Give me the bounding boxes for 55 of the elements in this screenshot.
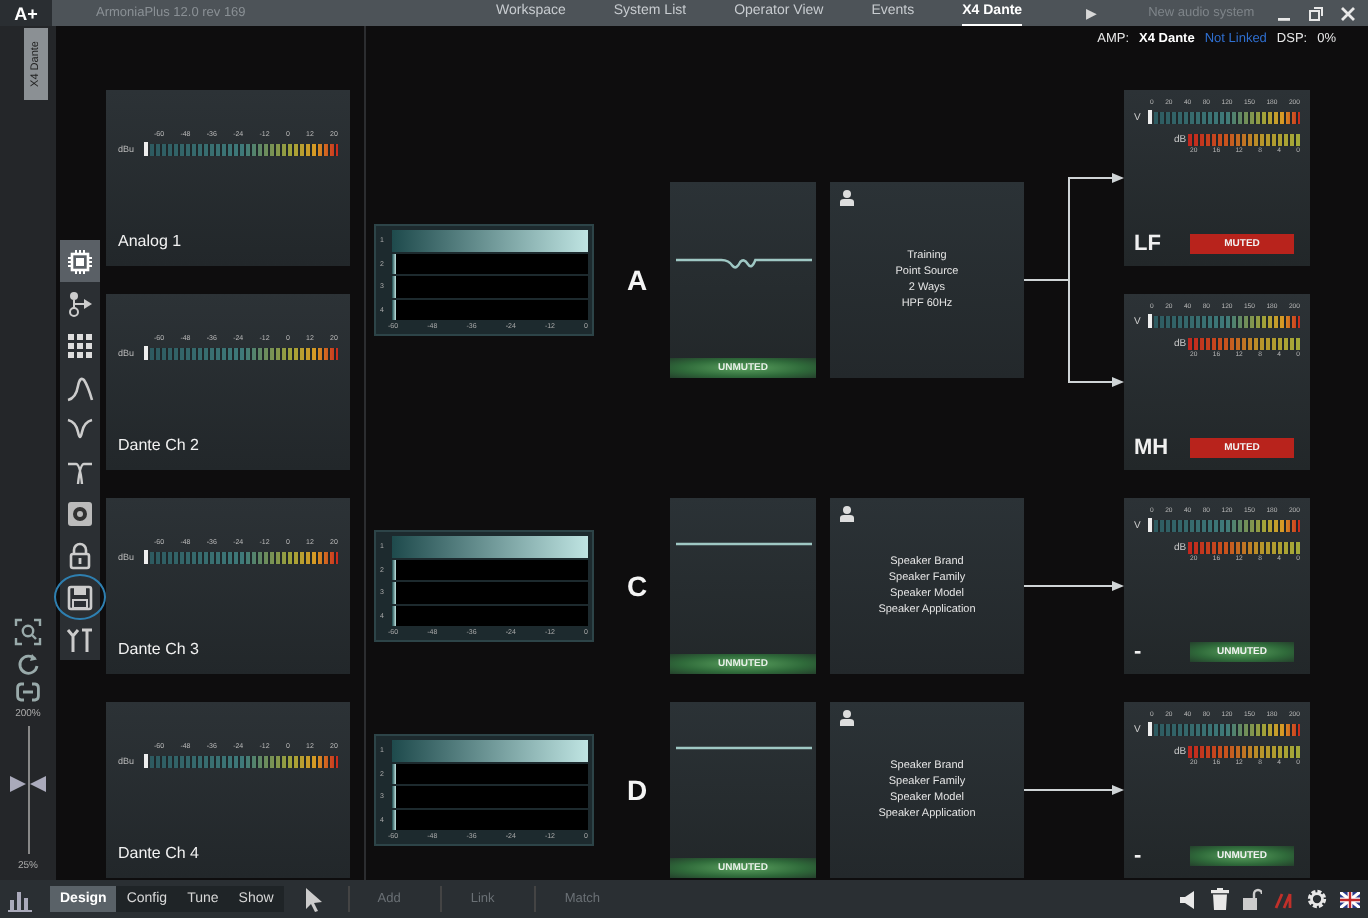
response-curve (675, 258, 811, 270)
routing-icon (66, 289, 94, 317)
grid-icon (66, 331, 94, 359)
speaker-icon (66, 499, 94, 527)
pointer-icon[interactable] (303, 887, 324, 911)
peak-marker (144, 142, 148, 156)
output-name: - (1134, 640, 1144, 664)
crossover-icon (66, 457, 94, 485)
save-icon (66, 583, 94, 611)
notch-curve-icon (66, 415, 94, 443)
chip-icon (66, 247, 94, 275)
chip-tool-button[interactable] (60, 240, 100, 282)
signal-connector (1024, 580, 1124, 592)
peak-marker (1148, 110, 1152, 124)
rotate-icon[interactable] (16, 652, 40, 676)
output-name: MH (1134, 436, 1171, 460)
settings-icon[interactable] (1306, 888, 1328, 910)
restore-icon[interactable] (1308, 5, 1324, 21)
speaker-icon[interactable] (1178, 889, 1198, 909)
flag-icon[interactable] (1340, 891, 1360, 907)
zoom-slider-handle[interactable] (10, 775, 46, 792)
peak-marker (144, 550, 148, 564)
gain-reduction-meter (1188, 542, 1300, 554)
unlock-icon[interactable] (1242, 888, 1262, 910)
channel-letter: A (626, 264, 648, 296)
input-name: Dante Ch 3 (118, 640, 201, 658)
input-name: Analog 1 (118, 232, 184, 250)
gain-reduction-meter (1188, 338, 1300, 350)
input-name: Dante Ch 2 (118, 436, 201, 454)
save-tool-button[interactable] (56, 576, 104, 618)
input-name: Dante Ch 4 (118, 844, 201, 862)
peak-marker (1148, 314, 1152, 328)
close-icon[interactable] (1340, 5, 1356, 21)
gain-reduction-meter (1188, 134, 1300, 146)
peak-marker (144, 754, 148, 768)
lock-icon (66, 541, 94, 569)
signal-connector (1024, 784, 1124, 796)
fit-width-icon[interactable] (16, 682, 40, 702)
person-icon (840, 710, 854, 726)
channel-letter: C (626, 570, 648, 602)
peak-marker (1148, 518, 1152, 532)
peak-marker (144, 346, 148, 360)
app-logo: A+ (0, 0, 52, 26)
trash-icon[interactable] (1210, 888, 1230, 910)
person-icon (840, 190, 854, 206)
zoom-fit-icon[interactable] (14, 618, 42, 646)
output-name: LF (1134, 232, 1163, 256)
tools-icon (66, 625, 94, 653)
bar-chart-icon[interactable] (8, 887, 32, 911)
output-name: - (1134, 844, 1144, 868)
gain-reduction-meter (1188, 746, 1300, 758)
person-icon (840, 506, 854, 522)
peak-marker (1148, 722, 1152, 736)
channel-letter: D (626, 774, 648, 806)
bell-curve-icon (66, 373, 94, 401)
